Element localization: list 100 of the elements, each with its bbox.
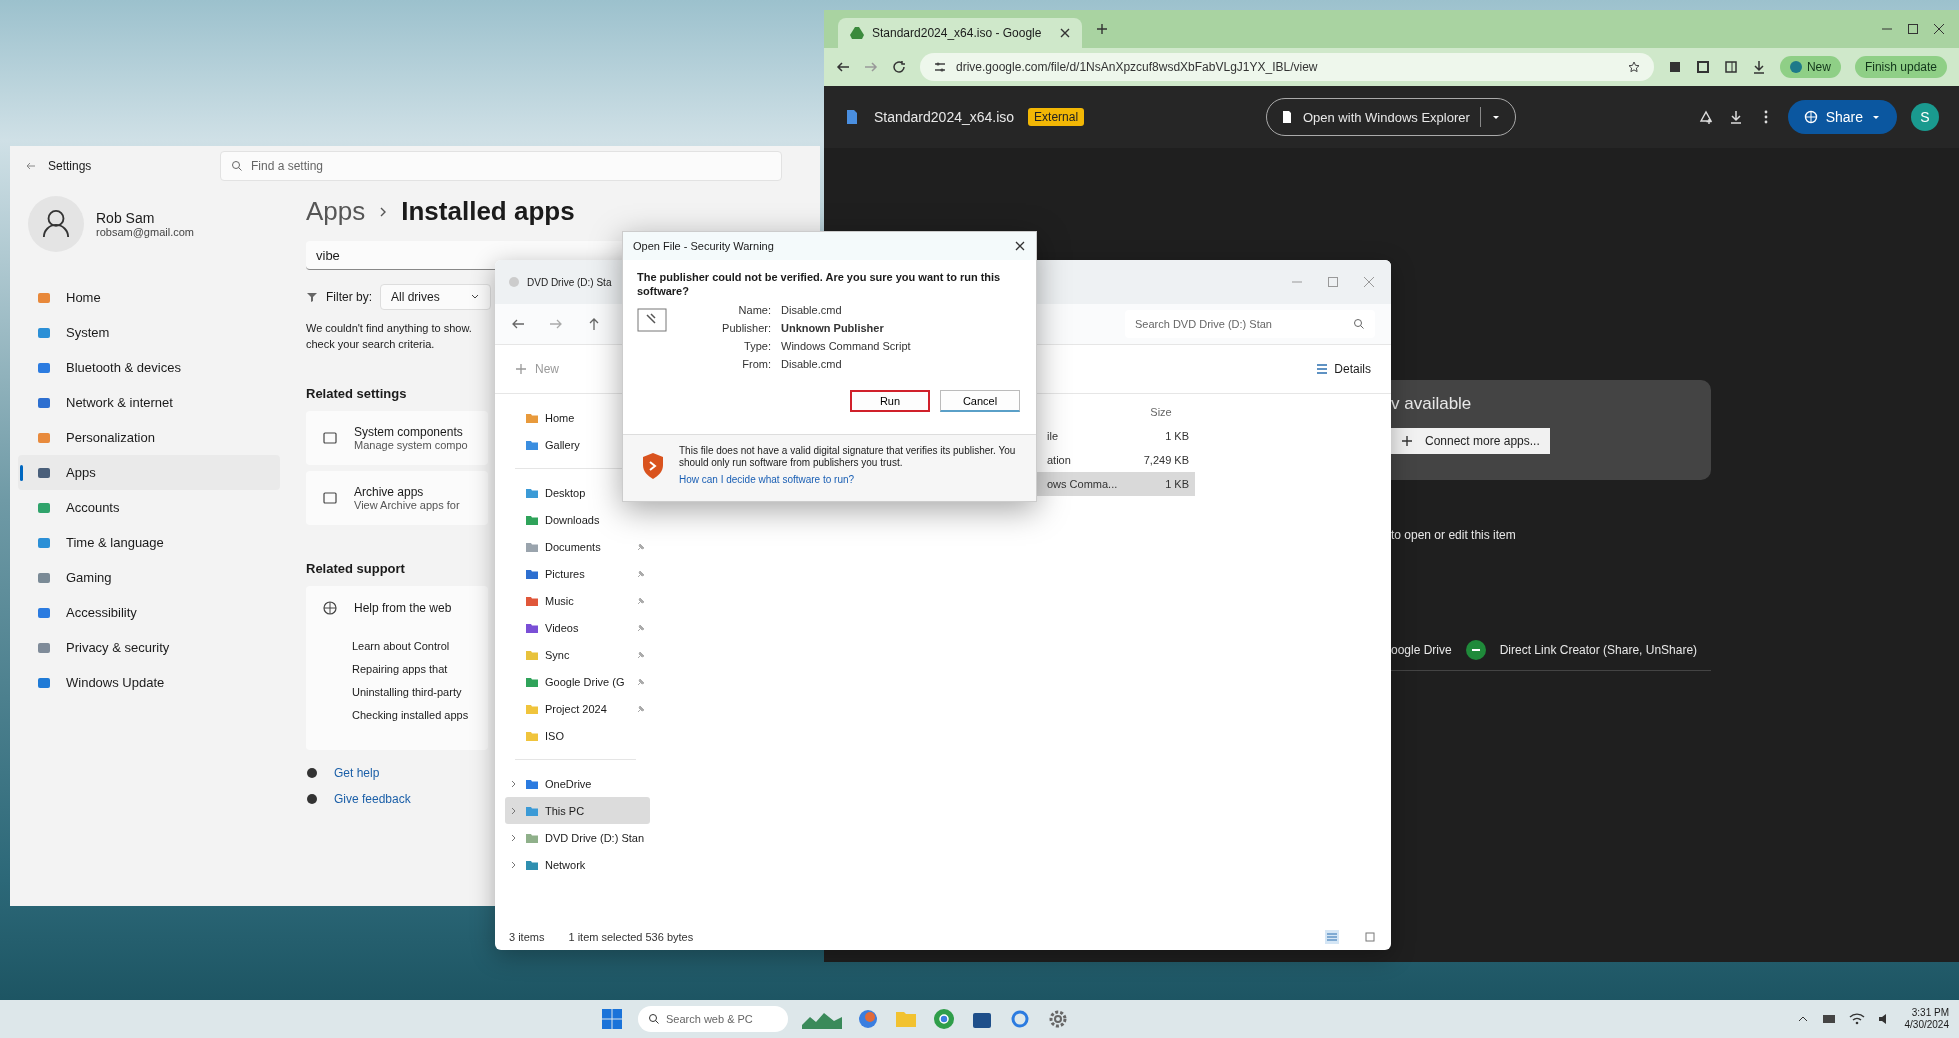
back-arrow-icon[interactable] (511, 317, 525, 331)
window-tab[interactable]: DVD Drive (D:) Sta (527, 276, 612, 288)
download-icon[interactable] (1751, 60, 1766, 74)
drive-logo-icon (850, 26, 864, 40)
nav-item[interactable]: Personalization (18, 420, 280, 455)
card-title: System components (354, 425, 464, 439)
card-title: Archive apps (354, 485, 425, 499)
details-button[interactable]: Details (1316, 362, 1371, 376)
table-cell-text: ows Comma... (1047, 478, 1119, 490)
search-field[interactable]: Search DVD Drive (D:) Stan (1125, 310, 1375, 338)
settings-card[interactable]: Archive apps View Archive apps for (306, 471, 488, 525)
up-arrow-icon[interactable] (587, 317, 601, 331)
dialog-button[interactable]: Cancel (940, 390, 1020, 412)
back-arrow-icon[interactable] (836, 60, 850, 74)
window-icon (322, 430, 338, 446)
nav-item[interactable]: OneDrive (505, 770, 650, 797)
column-header[interactable]: Size (1127, 406, 1195, 418)
help-link[interactable]: Repairing apps that (352, 663, 448, 675)
drive-dropdown[interactable]: All drives (380, 284, 491, 310)
section-heading: Related support (306, 561, 405, 576)
drive-icon (507, 275, 521, 289)
field-label: Name: (737, 304, 771, 316)
help-link[interactable]: Learn about Control (352, 640, 450, 652)
document-icon (1280, 111, 1293, 123)
nav-item[interactable]: Home (18, 280, 280, 315)
star-icon[interactable] (1627, 61, 1640, 73)
sidebar-icon[interactable] (1723, 60, 1738, 74)
connect-apps-button[interactable]: Connect more apps... (1391, 428, 1550, 454)
nav-item[interactable]: Accounts (18, 490, 280, 525)
field-label: From: (741, 358, 771, 370)
app-link[interactable]: oogle Drive (1391, 643, 1452, 657)
close-icon[interactable] (1933, 23, 1945, 35)
field-value: Disable.cmd (781, 304, 843, 316)
nav-item[interactable]: This PC (505, 797, 650, 824)
nav-item[interactable]: System (18, 315, 280, 350)
nav-item[interactable]: Windows Update (18, 665, 280, 700)
nav-item[interactable]: Videos (505, 614, 650, 641)
clock[interactable]: 3:31 PM 4/30/2024 (1904, 1007, 1949, 1031)
window-title: Settings (48, 159, 93, 173)
nav-item[interactable]: Privacy & security (18, 630, 280, 665)
app-link[interactable]: Direct Link Creator (Share, UnShare) (1499, 643, 1698, 657)
nav-item[interactable]: Project 2024 (505, 695, 650, 722)
nav-item[interactable]: Downloads (505, 506, 650, 533)
search-field[interactable]: Find a setting (220, 151, 782, 181)
table-cell-text: ile (1047, 430, 1059, 442)
nav-item[interactable]: Gaming (18, 560, 280, 595)
share-button[interactable]: Share (1787, 100, 1897, 134)
reload-icon[interactable] (892, 60, 906, 74)
nav-item[interactable]: Pictures (505, 560, 650, 587)
nav-item[interactable]: Sync (505, 641, 650, 668)
field-value: Windows Command Script (781, 340, 911, 352)
taskbar-search-field[interactable]: Search web & PC (638, 1006, 788, 1032)
nav-item[interactable]: Bluetooth & devices (18, 350, 280, 385)
table-cell-text: 1 KB (1164, 478, 1190, 490)
maximize-icon[interactable] (1907, 23, 1919, 35)
message-line: We couldn't find anything to show. (306, 321, 473, 336)
plus-icon (515, 363, 527, 375)
windows-logo-icon[interactable] (600, 1007, 624, 1031)
profile-chip[interactable]: New (1779, 56, 1841, 78)
help-link[interactable]: How can I decide what software to run? (679, 474, 855, 485)
field-label: Publisher: (721, 322, 771, 334)
close-icon[interactable] (1060, 28, 1070, 38)
nav-item[interactable]: ISO (505, 722, 650, 749)
document-icon (844, 109, 860, 125)
message-line: check your search criteria. (306, 337, 436, 352)
close-icon[interactable] (1014, 240, 1026, 252)
nav-item[interactable]: Google Drive (G (505, 668, 650, 695)
filter-icon (306, 291, 318, 303)
footer-link[interactable]: Give feedback (334, 792, 411, 806)
warning-text: This file does not have a valid digital signature that verifies its publisher. You should only run software from publishers you trust. (679, 445, 1017, 469)
settings-card[interactable]: System components Manage system compo (306, 411, 488, 465)
browser-tab[interactable]: Standard2024_x64.iso - Google (838, 18, 1082, 48)
footer-link[interactable]: Get help (334, 766, 380, 780)
nav-item[interactable]: Network (505, 851, 650, 878)
card-subtitle: View Archive apps for (354, 499, 460, 511)
breadcrumb-link[interactable]: Apps (306, 196, 366, 227)
details-view-icon (1316, 363, 1329, 375)
nav-item[interactable]: Apps (18, 455, 280, 490)
help-link[interactable]: Uninstalling third-party (352, 686, 462, 698)
nav-item[interactable]: Music (505, 587, 650, 614)
nav-item[interactable]: Accessibility (18, 595, 280, 630)
field-value: Disable.cmd (781, 358, 843, 370)
nav-item[interactable]: Network & internet (18, 385, 280, 420)
update-chip[interactable]: Finish update (1854, 56, 1947, 78)
plus-icon[interactable] (1096, 23, 1108, 35)
selection-info: 1 item selected 536 bytes (568, 931, 694, 943)
page-title: Installed apps (401, 196, 575, 227)
profile-icon (1789, 61, 1802, 73)
table-cell-text: ation (1047, 454, 1072, 466)
tune-icon (934, 61, 946, 73)
avatar-icon (28, 196, 84, 252)
chrome-icon[interactable] (932, 1007, 956, 1031)
address-field[interactable]: drive.google.com/file/d/1NsAnXpzcuf8wsdXbFabVLgJ1YX_IBL/view (920, 53, 1654, 81)
help-link[interactable]: Checking installed apps (352, 709, 469, 721)
section-heading: Related settings (306, 386, 407, 401)
tiles-view-icon[interactable] (1363, 930, 1377, 944)
nav-item[interactable]: Documents (505, 533, 650, 560)
dialog-button[interactable]: Run (850, 390, 930, 412)
nav-item[interactable]: DVD Drive (D:) Stan (505, 824, 650, 851)
nav-item[interactable]: Time & language (18, 525, 280, 560)
